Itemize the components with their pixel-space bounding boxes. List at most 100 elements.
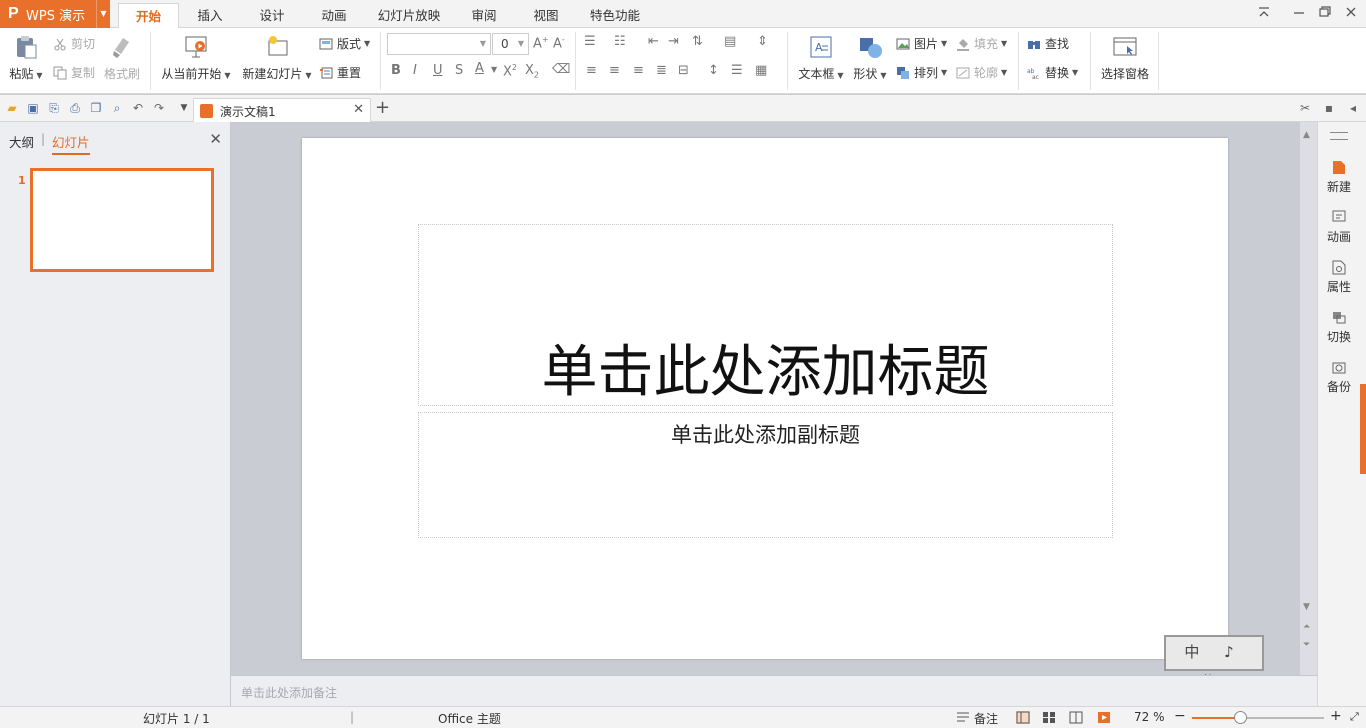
italic-icon[interactable]: I [413, 63, 417, 78]
tab-slideshow[interactable]: 幻灯片放映 [371, 3, 447, 28]
text-direction-icon[interactable]: ⇅ [692, 34, 703, 49]
task-animation-button[interactable]: 动画 [1318, 210, 1360, 245]
slide-sorter-icon[interactable] [1042, 711, 1056, 724]
open-folder-icon[interactable]: ▰ [5, 101, 19, 115]
tab-review[interactable]: 审阅 [457, 3, 511, 28]
title-placeholder[interactable]: 单击此处添加标题 [418, 224, 1113, 406]
font-color-icon[interactable]: A [475, 61, 484, 76]
font-name-select[interactable]: ▼ [387, 33, 491, 55]
redo-icon[interactable]: ↷ [152, 101, 166, 115]
paragraph-settings-icon[interactable]: ▦ [755, 63, 767, 78]
bullet-list-icon[interactable]: ☰ [584, 34, 596, 49]
font-color-dropdown-icon[interactable]: ▼ [491, 65, 497, 74]
notes-icon[interactable] [956, 711, 970, 724]
numbered-list-icon[interactable]: ☷ [614, 34, 626, 49]
clear-format-icon[interactable]: ⌫ [552, 62, 570, 77]
distribute-icon[interactable]: ⊟ [678, 63, 689, 78]
align-right-icon[interactable]: ≡ [633, 63, 644, 78]
reading-view-icon[interactable] [1069, 711, 1083, 724]
zoom-slider-handle[interactable] [1233, 711, 1247, 724]
cut-button[interactable]: 剪切 [53, 35, 95, 52]
close-tab-icon[interactable]: ✕ [353, 102, 364, 117]
ribbon-toggle-icon[interactable]: ◂ [1346, 101, 1360, 115]
scroll-down-icon[interactable]: ▼ [1303, 602, 1310, 612]
new-tab-icon[interactable]: + [375, 97, 390, 118]
increase-font-icon[interactable]: A+ [533, 35, 549, 51]
play-from-current-button[interactable]: 从当前开始 ▼ [160, 34, 232, 82]
tab-outline[interactable]: 大纲 [9, 132, 34, 151]
subscript-icon[interactable]: X2 [525, 63, 539, 80]
text-align-vertical-icon[interactable]: ⇕ [757, 34, 768, 49]
line-spacing-icon[interactable]: ↕ [708, 63, 719, 78]
pin-icon[interactable]: ✂ [1298, 101, 1312, 115]
task-properties-button[interactable]: 属性 [1318, 260, 1360, 295]
previous-slide-icon[interactable]: ⏶ [1303, 622, 1310, 632]
menu-icon[interactable] [1330, 132, 1348, 140]
task-pane-toggle-handle[interactable] [1360, 384, 1366, 474]
task-transition-button[interactable]: 切换 [1318, 310, 1360, 345]
picture-button[interactable]: 图片 ▼ [896, 35, 947, 52]
align-center-icon[interactable]: ≡ [609, 63, 620, 78]
tab-home[interactable]: 开始 [118, 3, 179, 28]
export-pdf-icon[interactable]: ⎘ [47, 101, 61, 115]
zoom-slider[interactable] [1192, 717, 1324, 719]
text-box-button[interactable]: A 文本框 ▼ [796, 34, 846, 82]
notes-toggle[interactable]: 备注 [974, 710, 998, 727]
chevron-down-icon[interactable]: ▼ [96, 0, 110, 28]
notes-pane[interactable]: 单击此处添加备注 [231, 675, 1317, 706]
tab-slides[interactable]: 幻灯片 [52, 132, 90, 155]
next-slide-icon[interactable]: ⏷ [1303, 640, 1310, 650]
task-new-button[interactable]: 新建 [1318, 160, 1360, 195]
decrease-indent-icon[interactable]: ⇤ [648, 34, 659, 49]
replace-button[interactable]: ab ac 替换 ▼ [1027, 64, 1078, 81]
align-left-icon[interactable]: ≡ [586, 63, 597, 78]
reset-button[interactable]: 重置 [319, 64, 361, 81]
help-icon[interactable]: ▪ [1322, 101, 1336, 115]
print-preview-icon[interactable]: ❐ [89, 101, 103, 115]
increase-indent-icon[interactable]: ⇥ [668, 34, 679, 49]
arrange-button[interactable]: 排列 ▼ [896, 64, 947, 81]
slideshow-icon[interactable] [1097, 711, 1111, 724]
paragraph-spacing-icon[interactable]: ☰ [731, 63, 743, 78]
fit-window-icon[interactable]: ⤢ [1350, 710, 1359, 724]
tab-special-features[interactable]: 特色功能 [583, 3, 647, 28]
scroll-up-icon[interactable]: ▲ [1303, 130, 1310, 140]
restore-icon[interactable] [1316, 5, 1334, 23]
inspect-icon[interactable]: ⌕ [110, 101, 124, 115]
slide-thumbnail[interactable] [30, 168, 214, 272]
vertical-scrollbar[interactable]: ▲ ▼ ⏶ ⏷ [1300, 122, 1317, 675]
strikethrough-icon[interactable]: S [455, 63, 463, 78]
find-button[interactable]: 查找 [1027, 35, 1069, 52]
minimize-icon[interactable] [1290, 5, 1308, 23]
paste-button[interactable]: 粘贴 ▼ [8, 34, 44, 82]
zoom-out-icon[interactable]: − [1174, 708, 1186, 724]
shape-button[interactable]: 形状 ▼ [852, 34, 888, 82]
task-backup-button[interactable]: 备份 [1318, 360, 1360, 395]
tab-design[interactable]: 设计 [245, 3, 299, 28]
tab-insert[interactable]: 插入 [183, 3, 237, 28]
superscript-icon[interactable]: X2 [503, 63, 517, 79]
selection-pane-button[interactable]: 选择窗格 [1098, 34, 1152, 82]
close-icon[interactable] [1342, 5, 1360, 23]
bold-icon[interactable]: B [391, 63, 401, 78]
outline-button[interactable]: 轮廓 ▼ [956, 64, 1007, 81]
close-panel-icon[interactable]: ✕ [209, 130, 222, 148]
decrease-font-icon[interactable]: A- [553, 35, 565, 51]
new-slide-button[interactable]: 新建幻灯片 ▼ [240, 34, 314, 82]
fill-button[interactable]: 填充 ▼ [956, 35, 1007, 52]
input-method-badge[interactable]: 中 ♪ 札 [1164, 635, 1264, 691]
tab-view[interactable]: 视图 [519, 3, 573, 28]
copy-button[interactable]: 复制 [53, 64, 95, 81]
save-icon[interactable]: ▣ [26, 101, 40, 115]
customize-dropdown-icon[interactable]: ▼ [177, 101, 191, 115]
columns-icon[interactable]: ▤ [724, 34, 736, 49]
font-size-select[interactable]: 0 ▼ [492, 33, 529, 55]
underline-icon[interactable]: U [433, 63, 443, 78]
normal-view-icon[interactable] [1016, 711, 1030, 724]
slide[interactable]: 单击此处添加标题 单击此处添加副标题 [302, 138, 1228, 659]
justify-icon[interactable]: ≣ [656, 63, 667, 78]
document-tab[interactable]: 演示文稿1 ✕ [193, 98, 371, 122]
zoom-percentage[interactable]: 72 % [1134, 710, 1165, 724]
zoom-in-icon[interactable]: + [1330, 708, 1342, 724]
subtitle-placeholder[interactable]: 单击此处添加副标题 [418, 412, 1113, 538]
